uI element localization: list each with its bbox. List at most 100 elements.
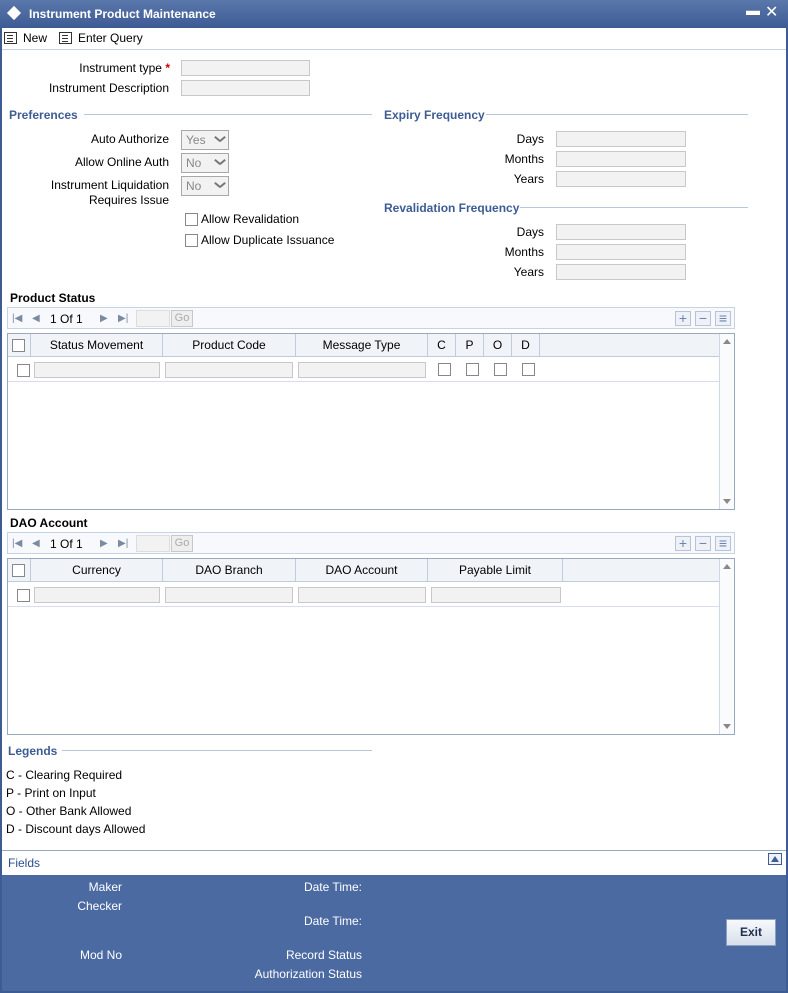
dao-account-input[interactable] — [298, 587, 426, 603]
col-dao-branch[interactable]: DAO Branch — [163, 559, 296, 582]
exit-button[interactable]: Exit — [726, 919, 776, 946]
expiry-days-input[interactable] — [556, 131, 686, 147]
instrument-type-input[interactable] — [181, 60, 310, 76]
product-status-title: Product Status — [10, 291, 96, 305]
table-row — [8, 358, 719, 382]
o-checkbox[interactable] — [494, 363, 507, 376]
chevron-down-icon — [214, 136, 224, 142]
scroll-down-icon[interactable] — [723, 499, 731, 504]
col-status-movement[interactable]: Status Movement — [31, 334, 163, 357]
status-movement-input[interactable] — [34, 362, 160, 378]
instrument-description-label: Instrument Description — [48, 81, 169, 95]
delete-row-icon[interactable]: − — [695, 536, 711, 551]
dao-branch-input[interactable] — [165, 587, 293, 603]
last-page-icon[interactable]: ▶| — [118, 538, 128, 549]
prev-page-icon[interactable]: ◀ — [32, 538, 40, 549]
c-checkbox[interactable] — [438, 363, 451, 376]
minimize-icon[interactable]: ▬ — [746, 2, 760, 18]
expiry-frequency-title: Expiry Frequency — [384, 108, 485, 122]
add-row-icon[interactable]: + — [675, 311, 691, 326]
liquidation-label: Instrument Liquidation Requires Issue — [50, 178, 169, 207]
revalidation-years-input[interactable] — [556, 264, 686, 280]
page-number-input[interactable] — [136, 310, 170, 327]
col-c[interactable]: C — [428, 334, 456, 357]
legend-item: O - Other Bank Allowed — [6, 804, 132, 818]
audit-footer: Maker Checker Mod No Date Time: Date Tim… — [2, 875, 786, 991]
col-p[interactable]: P — [456, 334, 484, 357]
dao-account-title: DAO Account — [10, 516, 88, 530]
mod-no-label: Mod No — [79, 948, 122, 962]
app-diamond-icon — [6, 5, 22, 21]
enter-query-button[interactable]: Enter Query — [59, 29, 143, 47]
instrument-description-input[interactable] — [181, 80, 310, 96]
row-checkbox[interactable] — [17, 364, 30, 377]
new-document-icon — [4, 32, 17, 44]
grid-header: Status Movement Product Code Message Typ… — [8, 334, 719, 357]
delete-row-icon[interactable]: − — [695, 311, 711, 326]
next-page-icon[interactable]: ▶ — [100, 313, 108, 324]
single-view-icon[interactable]: ≡ — [715, 311, 731, 326]
col-message-type[interactable]: Message Type — [296, 334, 428, 357]
allow-online-auth-select[interactable]: No — [181, 153, 229, 173]
expiry-months-input[interactable] — [556, 151, 686, 167]
d-checkbox[interactable] — [522, 363, 535, 376]
col-d[interactable]: D — [512, 334, 540, 357]
next-page-icon[interactable]: ▶ — [100, 538, 108, 549]
fields-link[interactable]: Fields — [8, 856, 40, 870]
message-type-input[interactable] — [298, 362, 426, 378]
grid-header: Currency DAO Branch DAO Account Payable … — [8, 559, 719, 582]
expiry-divider — [486, 114, 748, 115]
revalidation-frequency-title: Revalidation Frequency — [384, 201, 520, 215]
go-button[interactable]: Go — [171, 310, 193, 327]
single-view-icon[interactable]: ≡ — [715, 536, 731, 551]
select-all-checkbox[interactable] — [12, 339, 25, 352]
scroll-up-icon[interactable] — [723, 564, 731, 569]
checker-date-time-label: Date Time: — [303, 914, 362, 928]
payable-limit-input[interactable] — [431, 587, 561, 603]
last-page-icon[interactable]: ▶| — [118, 313, 128, 324]
legend-item: P - Print on Input — [6, 786, 96, 800]
first-page-icon[interactable]: |◀ — [12, 313, 22, 324]
liquidation-select[interactable]: No — [181, 176, 229, 196]
auto-authorize-select[interactable]: Yes — [181, 130, 229, 150]
chevron-down-icon — [214, 159, 224, 165]
revalidation-days-input[interactable] — [556, 224, 686, 240]
p-checkbox[interactable] — [466, 363, 479, 376]
fields-bar: Fields — [2, 850, 786, 874]
grid-scrollbar[interactable] — [719, 334, 734, 509]
col-currency[interactable]: Currency — [31, 559, 163, 582]
grid-scrollbar[interactable] — [719, 559, 734, 734]
prev-page-icon[interactable]: ◀ — [32, 313, 40, 324]
legends-divider — [62, 750, 372, 751]
col-product-code[interactable]: Product Code — [163, 334, 296, 357]
currency-input[interactable] — [34, 587, 160, 603]
expiry-days-label: Days — [516, 132, 544, 146]
new-button[interactable]: New — [4, 29, 47, 47]
required-mark: * — [165, 61, 170, 75]
revalidation-divider — [520, 207, 748, 208]
checker-label: Checker — [77, 899, 122, 913]
allow-revalidation-checkbox[interactable] — [185, 213, 198, 226]
add-row-icon[interactable]: + — [675, 536, 691, 551]
preferences-title: Preferences — [9, 108, 78, 122]
go-button[interactable]: Go — [171, 535, 193, 552]
revalidation-years-label: Years — [513, 265, 544, 279]
row-checkbox[interactable] — [17, 589, 30, 602]
first-page-icon[interactable]: |◀ — [12, 538, 22, 549]
scroll-down-icon[interactable] — [723, 724, 731, 729]
chevron-down-icon — [214, 182, 224, 188]
col-dao-account[interactable]: DAO Account — [296, 559, 428, 582]
col-payable-limit[interactable]: Payable Limit — [428, 559, 563, 582]
page-indicator: 1 Of 1 — [50, 537, 83, 551]
revalidation-months-input[interactable] — [556, 244, 686, 260]
collapse-up-icon[interactable] — [768, 853, 782, 865]
col-o[interactable]: O — [484, 334, 512, 357]
allow-duplicate-checkbox[interactable] — [185, 234, 198, 247]
legend-item: C - Clearing Required — [6, 768, 123, 782]
page-number-input[interactable] — [136, 535, 170, 552]
select-all-checkbox[interactable] — [12, 564, 25, 577]
product-code-input[interactable] — [165, 362, 293, 378]
close-icon[interactable]: ✕ — [765, 2, 778, 22]
scroll-up-icon[interactable] — [723, 339, 731, 344]
expiry-years-input[interactable] — [556, 171, 686, 187]
